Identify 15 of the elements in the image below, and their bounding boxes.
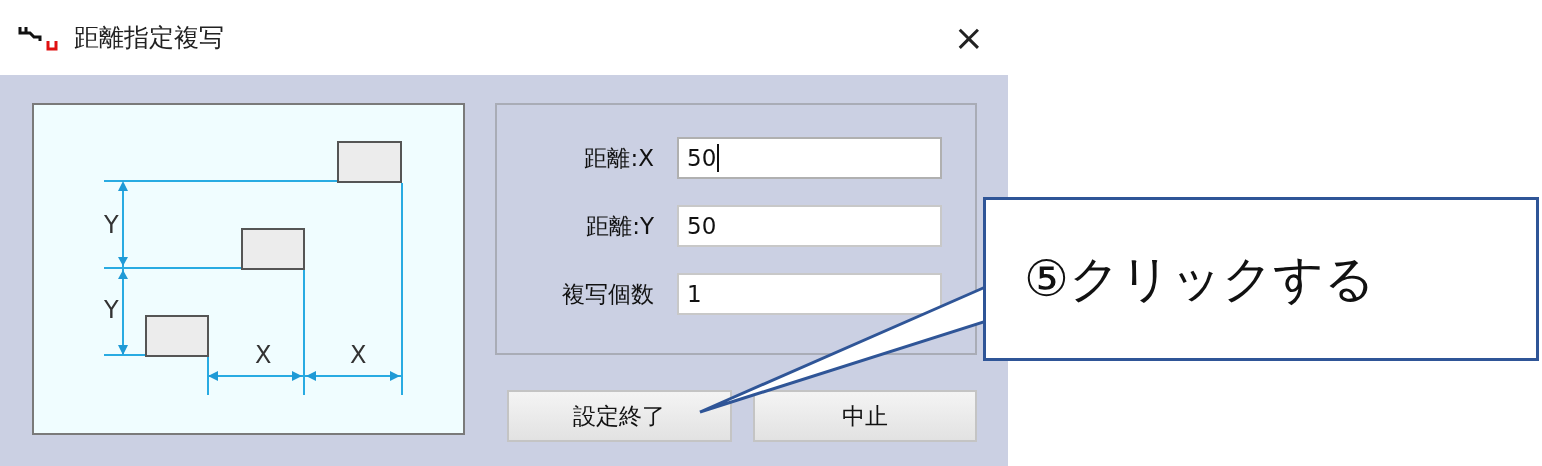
dialog-button[interactable]: 設定終了 — [507, 390, 732, 442]
input-field[interactable]: 50 — [677, 137, 942, 179]
dimension-label: X — [350, 341, 367, 369]
field-label: 距離:Y — [585, 211, 654, 241]
input-field[interactable]: 50 — [677, 205, 942, 247]
field-label: 複写個数 — [561, 279, 654, 309]
dimension-label: Y — [104, 296, 119, 324]
dimension-label: X — [255, 341, 272, 369]
close-button[interactable]: × — [949, 19, 988, 56]
field-label: 距離:X — [583, 143, 654, 173]
callout-note: ⑤クリックする — [983, 197, 1539, 361]
window-title: 距離指定複写 — [74, 22, 225, 54]
input-field[interactable]: 1 — [677, 273, 942, 315]
dialog-button[interactable]: 中止 — [752, 390, 977, 442]
dimension-label: Y — [104, 211, 119, 239]
